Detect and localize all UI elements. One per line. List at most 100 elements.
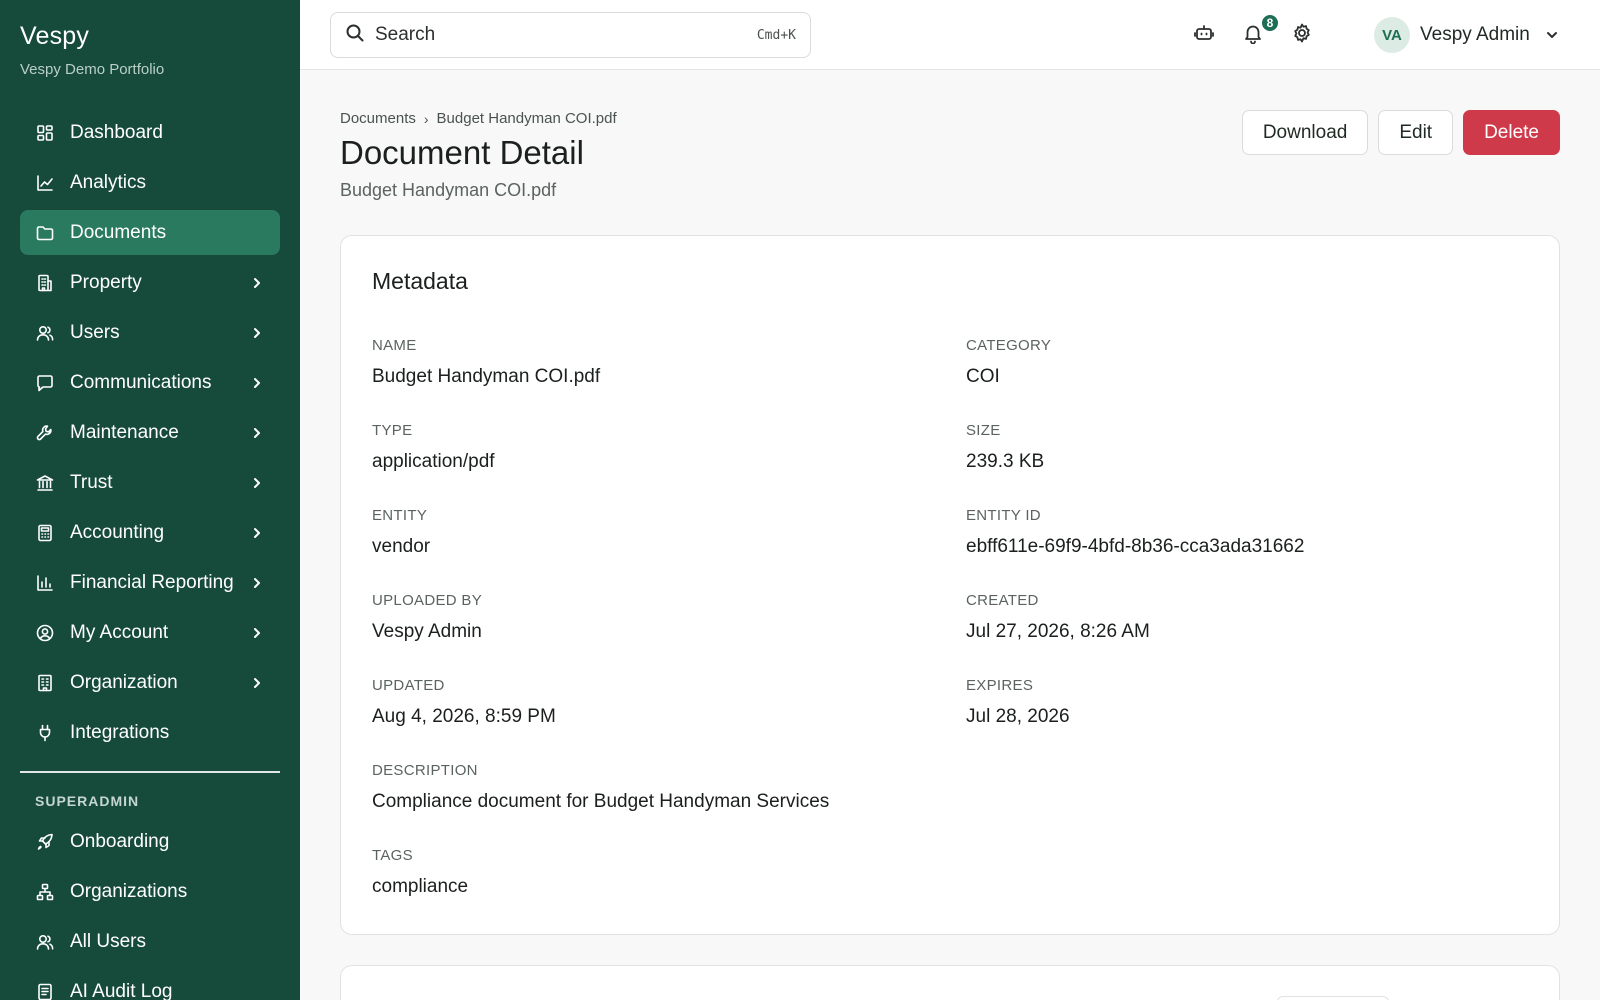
field-label: DESCRIPTION — [372, 762, 478, 779]
breadcrumb-documents-link[interactable]: Documents — [340, 110, 416, 127]
sidebar-item-label: Trust — [70, 471, 113, 493]
network-icon — [35, 882, 55, 902]
sidebar-item-trust[interactable]: Trust — [20, 460, 280, 505]
notifications-button[interactable]: 8 — [1240, 13, 1280, 48]
robot-icon — [1193, 22, 1215, 49]
sidebar-item-label: Integrations — [70, 721, 170, 743]
line-chart-icon — [35, 173, 55, 193]
user-circle-icon — [35, 623, 55, 643]
sidebar-item-organizations[interactable]: Organizations — [20, 869, 280, 914]
breadcrumb-current: Budget Handyman COI.pdf — [436, 110, 617, 127]
field-name: NAME Budget Handyman COI.pdf — [372, 337, 600, 388]
field-size: SIZE 239.3 KB — [966, 422, 1044, 473]
chevron-right-icon — [249, 375, 265, 391]
sidebar-item-label: Organization — [70, 671, 178, 693]
field-description: DESCRIPTION Compliance document for Budg… — [372, 762, 829, 813]
sidebar-item-all-users[interactable]: All Users — [20, 919, 280, 964]
notification-badge: 8 — [1260, 13, 1280, 33]
chevron-right-icon — [249, 625, 265, 641]
office-icon — [35, 673, 55, 693]
field-label: TAGS — [372, 847, 413, 864]
field-value: Budget Handyman COI.pdf — [372, 366, 601, 387]
calculator-icon — [35, 523, 55, 543]
sidebar-item-label: Maintenance — [70, 421, 179, 443]
chevron-right-icon — [249, 475, 265, 491]
users-icon — [35, 323, 55, 343]
main-content: Documents › Budget Handyman COI.pdf Docu… — [340, 70, 1560, 1000]
sidebar-item-analytics[interactable]: Analytics — [20, 160, 280, 205]
field-label: NAME — [372, 337, 417, 354]
search-placeholder: Search — [375, 24, 436, 45]
download-button[interactable]: Download — [1241, 110, 1369, 155]
log-icon — [35, 982, 55, 1000]
breadcrumb-separator: › — [423, 110, 429, 127]
field-value: Jul 27, 2026, 8:26 AM — [966, 621, 1150, 642]
sidebar-item-financial-reporting[interactable]: Financial Reporting — [20, 560, 280, 605]
field-value: Aug 4, 2026, 8:59 PM — [372, 706, 556, 727]
ai-assistant-button[interactable] — [1191, 22, 1217, 48]
brand-title: Vespy — [20, 22, 90, 50]
chevron-right-icon — [249, 525, 265, 541]
field-tags: TAGS compliance — [372, 847, 468, 898]
sidebar-item-label: Documents — [70, 221, 167, 243]
sidebar-item-organization[interactable]: Organization — [20, 660, 280, 705]
delete-button[interactable]: Delete — [1463, 110, 1560, 155]
sidebar-item-maintenance[interactable]: Maintenance — [20, 410, 280, 455]
sidebar-item-my-account[interactable]: My Account — [20, 610, 280, 655]
field-updated: UPDATED Aug 4, 2026, 8:59 PM — [372, 677, 556, 728]
field-value: application/pdf — [372, 451, 495, 472]
sidebar-item-users[interactable]: Users — [20, 310, 280, 355]
sidebar-item-documents[interactable]: Documents — [20, 210, 280, 255]
field-category: CATEGORY COI — [966, 337, 1051, 388]
secondary-card-control[interactable] — [1277, 996, 1389, 1000]
field-entity: ENTITY vendor — [372, 507, 430, 558]
sidebar-item-accounting[interactable]: Accounting — [20, 510, 280, 555]
field-uploaded-by: UPLOADED BY Vespy Admin — [372, 592, 482, 643]
sidebar-item-integrations[interactable]: Integrations — [20, 710, 280, 755]
brand-subtitle: Vespy Demo Portfolio — [20, 61, 165, 78]
sidebar-item-onboarding[interactable]: Onboarding — [20, 819, 280, 864]
user-name: Vespy Admin — [1420, 24, 1530, 45]
chevron-right-icon — [249, 325, 265, 341]
sidebar-item-label: All Users — [70, 930, 147, 952]
sidebar-item-ai-audit-log[interactable]: AI Audit Log — [20, 969, 280, 1000]
field-label: SIZE — [966, 422, 1001, 439]
search-icon — [345, 23, 365, 48]
sidebar-item-label: Accounting — [70, 521, 165, 543]
sidebar: Vespy Vespy Demo Portfolio Dashboard Ana… — [0, 0, 300, 1000]
sidebar-item-dashboard[interactable]: Dashboard — [20, 110, 280, 155]
edit-button[interactable]: Edit — [1378, 110, 1454, 155]
field-value: Vespy Admin — [372, 621, 482, 642]
search-input[interactable]: Search Cmd+K — [330, 12, 811, 58]
field-label: EXPIRES — [966, 677, 1034, 694]
sidebar-item-label: Onboarding — [70, 830, 170, 852]
field-expires: EXPIRES Jul 28, 2026 — [966, 677, 1070, 728]
gear-icon — [1291, 22, 1313, 49]
brand: Vespy Vespy Demo Portfolio — [0, 0, 300, 110]
bar-chart-icon — [35, 573, 55, 593]
wrench-icon — [35, 423, 55, 443]
grid-icon — [35, 123, 55, 143]
sidebar-item-property[interactable]: Property — [20, 260, 280, 305]
sidebar-divider — [20, 771, 280, 773]
settings-button[interactable] — [1289, 22, 1315, 48]
user-menu[interactable]: VA Vespy Admin — [1374, 17, 1560, 53]
top-bar: Search Cmd+K 8 VA Vespy Admin — [300, 0, 1600, 70]
field-label: TYPE — [372, 422, 413, 439]
users-icon — [35, 932, 55, 952]
sidebar-item-label: Users — [70, 321, 120, 343]
sidebar-item-label: Financial Reporting — [70, 571, 234, 593]
sidebar-section-label: SUPERADMIN — [35, 793, 140, 809]
building-icon — [35, 273, 55, 293]
sidebar-item-label: Property — [70, 271, 142, 293]
field-entity-id: ENTITY ID ebff611e-69f9-4bfd-8b36-cca3ad… — [966, 507, 1304, 558]
field-value: ebff611e-69f9-4bfd-8b36-cca3ada31662 — [966, 536, 1305, 557]
page-subtitle: Budget Handyman COI.pdf — [340, 180, 557, 200]
sidebar-item-label: Organizations — [70, 880, 188, 902]
avatar: VA — [1374, 17, 1410, 53]
field-value: compliance — [372, 876, 469, 897]
sidebar-item-communications[interactable]: Communications — [20, 360, 280, 405]
sidebar-item-label: Communications — [70, 371, 212, 393]
field-value: Compliance document for Budget Handyman … — [372, 791, 830, 812]
bank-icon — [35, 473, 55, 493]
